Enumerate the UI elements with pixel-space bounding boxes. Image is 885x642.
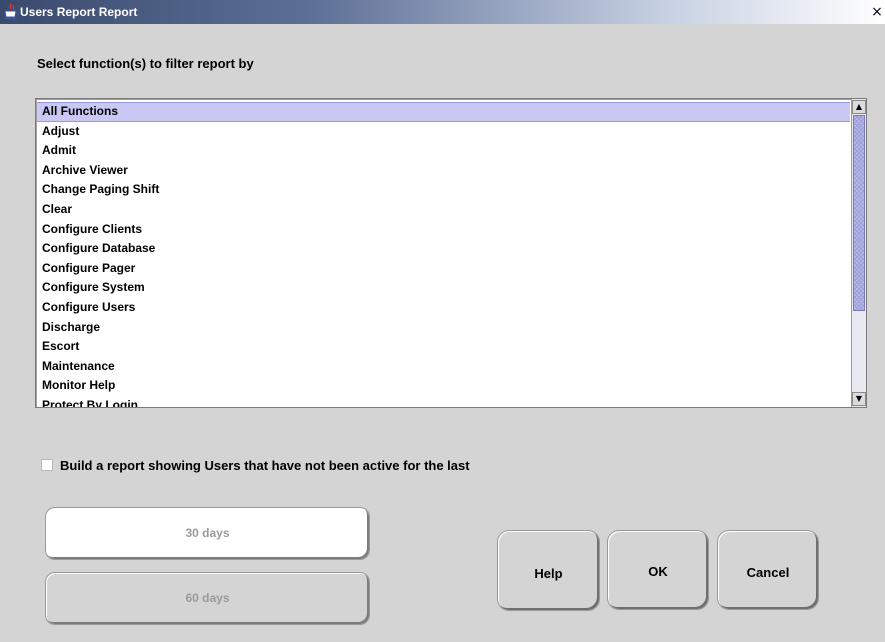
list-item[interactable]: Configure Users xyxy=(37,298,850,318)
list-item[interactable]: Adjust xyxy=(37,122,850,142)
function-list[interactable]: All Functions Adjust Admit Archive Viewer Ch… xyxy=(35,98,867,408)
java-cup-icon xyxy=(3,3,19,20)
inactive-filter-checkbox[interactable] xyxy=(41,459,53,471)
list-item[interactable]: Maintenance xyxy=(37,357,850,377)
list-item[interactable]: Change Paging Shift xyxy=(37,180,850,200)
list-item[interactable]: Configure System xyxy=(37,278,850,298)
list-item[interactable]: All Functions xyxy=(37,102,850,122)
close-icon[interactable]: × xyxy=(870,4,884,20)
cancel-button[interactable]: Cancel xyxy=(717,530,819,610)
filter-heading: Select function(s) to filter report by xyxy=(37,56,254,71)
30-days-button[interactable]: 30 days xyxy=(45,507,370,560)
list-item[interactable]: Configure Clients xyxy=(37,220,850,240)
inactive-filter-label[interactable]: Build a report showing Users that have n… xyxy=(60,458,470,473)
help-button[interactable]: Help xyxy=(497,530,600,611)
list-item[interactable]: Discharge xyxy=(37,318,850,338)
list-item[interactable]: Admit xyxy=(37,141,850,161)
scroll-thumb[interactable] xyxy=(853,115,865,311)
list-item[interactable]: Archive Viewer xyxy=(37,161,850,181)
list-item[interactable]: Clear xyxy=(37,200,850,220)
list-item[interactable]: Escort xyxy=(37,337,850,357)
list-item[interactable]: Monitor Help xyxy=(37,376,850,396)
list-item[interactable]: Protect By Login xyxy=(37,396,850,407)
window-title: Users Report Report xyxy=(20,5,138,19)
list-item[interactable]: Configure Pager xyxy=(37,259,850,279)
scroll-down-arrow-icon[interactable]: ▼ xyxy=(852,392,866,406)
ok-button[interactable]: OK xyxy=(607,530,709,610)
scroll-up-arrow-icon[interactable]: ▲ xyxy=(852,100,866,114)
list-item[interactable]: Configure Database xyxy=(37,239,850,259)
vertical-scrollbar[interactable]: ▲ ▼ xyxy=(851,99,866,407)
60-days-button[interactable]: 60 days xyxy=(45,572,370,625)
title-bar[interactable]: Users Report Report × xyxy=(0,0,885,24)
function-list-items: All Functions Adjust Admit Archive Viewer Ch… xyxy=(37,102,850,407)
inactive-filter-row: Build a report showing Users that have n… xyxy=(41,456,470,474)
